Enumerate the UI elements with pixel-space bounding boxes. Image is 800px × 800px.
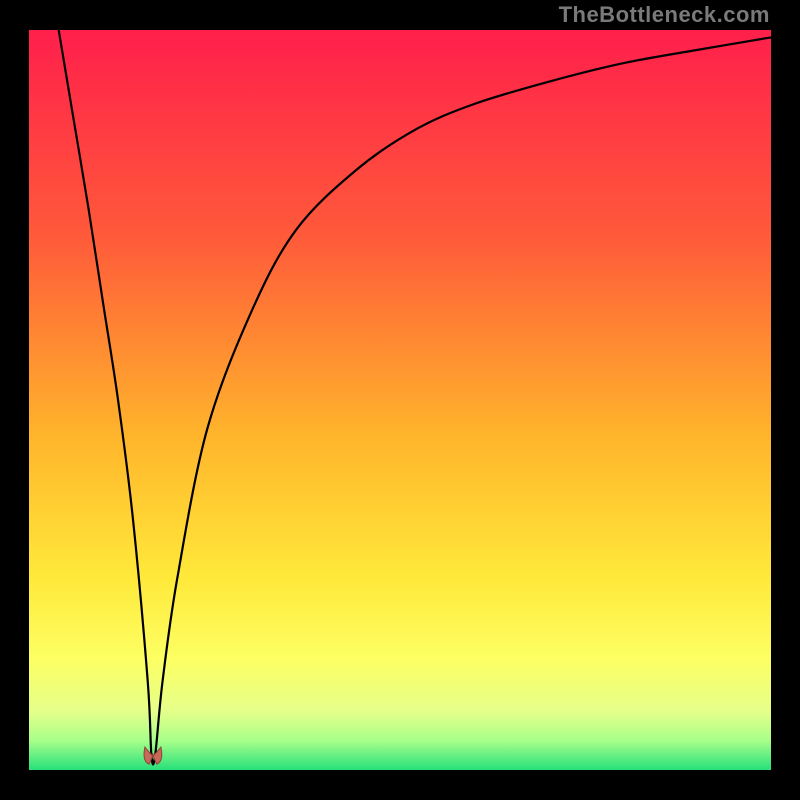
bottleneck-chart [0,0,800,800]
attribution-label: TheBottleneck.com [559,2,770,28]
chart-frame: TheBottleneck.com [0,0,800,800]
gradient-background [29,30,771,770]
